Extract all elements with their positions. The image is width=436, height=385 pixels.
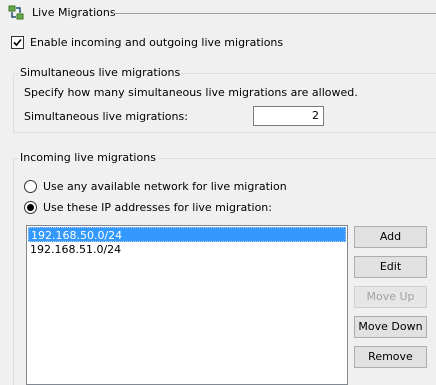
enable-live-migrations-label: Enable incoming and outgoing live migrat… (30, 36, 284, 49)
title-divider (112, 13, 436, 14)
simultaneous-migrations-input[interactable]: 2 (253, 106, 324, 126)
ip-address-list[interactable]: 192.168.50.0/24 192.168.51.0/24 (26, 225, 348, 385)
simultaneous-field-label: Simultaneous live migrations: (24, 110, 188, 123)
checkbox-box[interactable] (11, 36, 24, 49)
use-these-ips-radio[interactable]: Use these IP addresses for live migratio… (24, 201, 272, 214)
simultaneous-group-title: Simultaneous live migrations (18, 66, 183, 80)
add-button[interactable]: Add (354, 226, 427, 248)
edit-button[interactable]: Edit (354, 256, 427, 278)
list-item[interactable]: 192.168.51.0/24 (28, 242, 346, 257)
server-migration-icon (8, 5, 24, 21)
live-migrations-panel: Live Migrations Enable incoming and outg… (0, 0, 436, 385)
enable-live-migrations-checkbox[interactable]: Enable incoming and outgoing live migrat… (11, 36, 283, 49)
use-these-ips-label: Use these IP addresses for live migratio… (43, 201, 272, 214)
section-title: Live Migrations (32, 6, 116, 19)
use-any-network-label: Use any available network for live migra… (43, 180, 287, 193)
radio-button[interactable] (24, 180, 37, 193)
list-item[interactable]: 192.168.50.0/24 (28, 227, 346, 242)
simultaneous-description: Specify how many simultaneous live migra… (24, 86, 358, 99)
simultaneous-migrations-group: Simultaneous live migrations (13, 66, 436, 133)
move-down-button[interactable]: Move Down (354, 316, 427, 338)
radio-button-selected[interactable] (24, 201, 37, 214)
incoming-group-title: Incoming live migrations (18, 151, 158, 165)
move-up-button[interactable]: Move Up (354, 286, 427, 308)
remove-button[interactable]: Remove (354, 346, 427, 368)
use-any-network-radio[interactable]: Use any available network for live migra… (24, 180, 287, 193)
